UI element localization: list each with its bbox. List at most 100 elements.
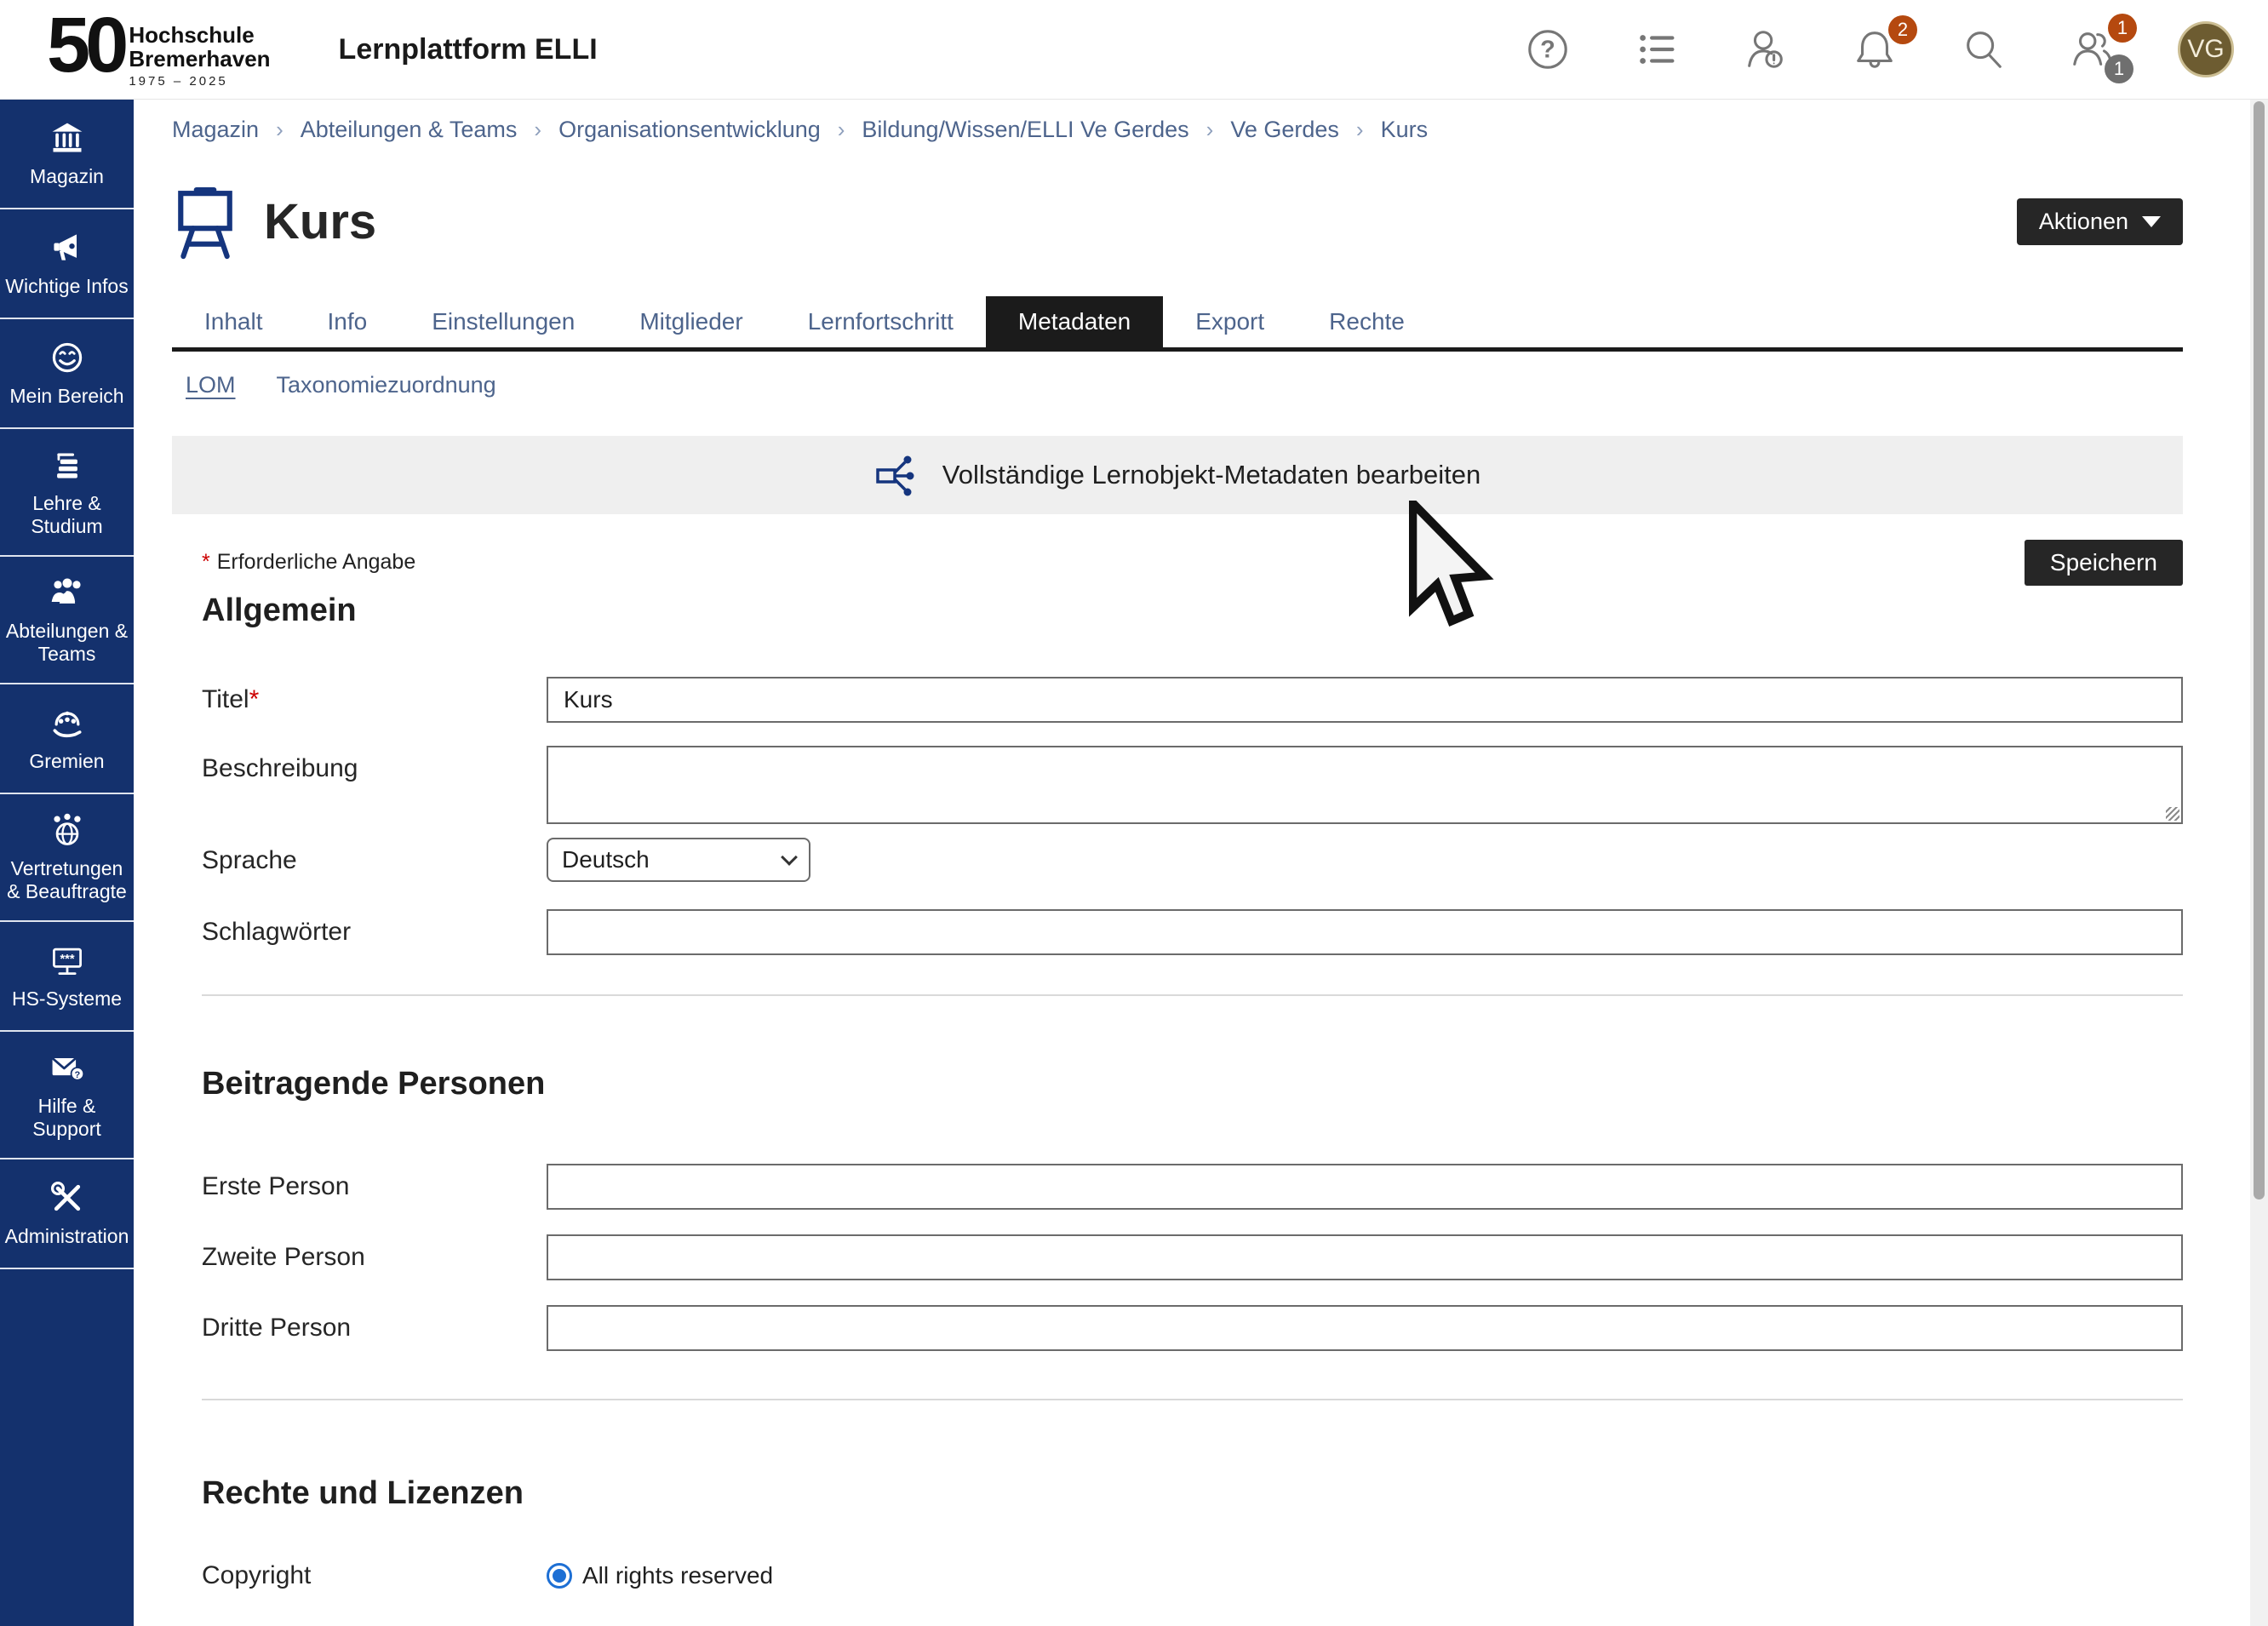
avatar[interactable]: VG bbox=[2178, 21, 2234, 77]
sidebar-item-lehre-studium[interactable]: Lehre & Studium bbox=[0, 429, 134, 557]
sidebar-item-gremien[interactable]: Gremien bbox=[0, 684, 134, 794]
people-icon bbox=[49, 574, 86, 611]
search-icon[interactable] bbox=[1960, 26, 2007, 73]
globe-people-icon bbox=[49, 811, 86, 849]
books-icon bbox=[49, 446, 86, 484]
chevron-right-icon: › bbox=[534, 117, 541, 143]
vertical-scrollbar[interactable] bbox=[2250, 100, 2268, 1626]
monitor-icon: *** bbox=[49, 942, 86, 979]
chevron-right-icon: › bbox=[838, 117, 845, 143]
resize-grip[interactable] bbox=[2166, 807, 2179, 821]
breadcrumb-item[interactable]: Magazin bbox=[172, 117, 259, 143]
users-icon[interactable]: 1 1 bbox=[2069, 26, 2116, 73]
tools-icon bbox=[49, 1179, 86, 1217]
tab-info[interactable]: Info bbox=[295, 296, 400, 347]
svg-text:***: *** bbox=[60, 953, 74, 966]
section-title-rechte: Rechte und Lizenzen bbox=[202, 1475, 2183, 1512]
section-title-beitragende: Beitragende Personen bbox=[202, 1066, 2183, 1102]
user-alert-icon[interactable] bbox=[1742, 26, 1790, 73]
breadcrumb-item[interactable]: Ve Gerdes bbox=[1230, 117, 1339, 143]
dritte-person-input[interactable] bbox=[547, 1305, 2183, 1351]
edit-full-metadata-link[interactable]: Vollständige Lernobjekt-Metadaten bearbe… bbox=[874, 451, 1481, 499]
sidebar-item-mein-bereich[interactable]: Mein Bereich bbox=[0, 319, 134, 429]
sidebar-item-magazin[interactable]: Magazin bbox=[0, 100, 134, 209]
field-label-sprache: Sprache bbox=[202, 838, 547, 875]
actions-button[interactable]: Aktionen bbox=[2017, 198, 2183, 245]
breadcrumb-item[interactable]: Kurs bbox=[1381, 117, 1429, 143]
sidebar-item-hs-systeme[interactable]: *** HS-Systeme bbox=[0, 922, 134, 1032]
tab-export[interactable]: Export bbox=[1163, 296, 1297, 347]
field-label-schlagwoerter: Schlagwörter bbox=[202, 909, 547, 947]
radio-dot bbox=[553, 1569, 566, 1583]
field-label-dritte-person: Dritte Person bbox=[202, 1305, 547, 1343]
sidebar-item-wichtige-infos[interactable]: Wichtige Infos bbox=[0, 209, 134, 319]
logo-years: 1975 – 2025 bbox=[129, 74, 270, 89]
logo-50: 50 bbox=[47, 11, 123, 79]
scrollbar-thumb[interactable] bbox=[2254, 101, 2265, 1199]
header: 50 Hochschule Bremerhaven 1975 – 2025 Le… bbox=[0, 0, 2268, 100]
help-icon[interactable]: ? bbox=[1524, 26, 1572, 73]
caret-down-icon bbox=[2142, 216, 2161, 227]
breadcrumb-item[interactable]: Bildung/Wissen/ELLI Ve Gerdes bbox=[862, 117, 1188, 143]
tab-metadaten[interactable]: Metadaten bbox=[986, 296, 1163, 347]
sidebar: Magazin Wichtige Infos Mein Bereich Lehr… bbox=[0, 100, 134, 1626]
notification-badge: 2 bbox=[1888, 15, 1917, 44]
logo-name-1: Hochschule bbox=[129, 23, 270, 47]
field-label-zweite-person: Zweite Person bbox=[202, 1234, 547, 1272]
list-icon[interactable] bbox=[1633, 26, 1681, 73]
copyright-radio[interactable] bbox=[547, 1563, 572, 1589]
svg-text:?: ? bbox=[1540, 37, 1555, 64]
titel-input[interactable] bbox=[547, 677, 2183, 723]
metadata-bar: Vollständige Lernobjekt-Metadaten bearbe… bbox=[172, 436, 2183, 514]
sidebar-filler bbox=[0, 1269, 134, 1626]
svg-text:?: ? bbox=[74, 1070, 80, 1080]
subtab-lom[interactable]: LOM bbox=[186, 372, 236, 398]
section-title-allgemein: Allgemein bbox=[202, 593, 2183, 629]
tab-mitglieder[interactable]: Mitglieder bbox=[607, 296, 775, 347]
section-divider bbox=[202, 994, 2183, 996]
tab-lernfortschritt[interactable]: Lernfortschritt bbox=[776, 296, 986, 347]
logo-name-2: Bremerhaven bbox=[129, 47, 270, 71]
bank-icon bbox=[49, 119, 86, 157]
required-asterisk: * bbox=[249, 685, 260, 713]
beschreibung-textarea[interactable] bbox=[547, 746, 2183, 824]
chevron-down-icon bbox=[781, 849, 798, 866]
schlagwoerter-input[interactable] bbox=[547, 909, 2183, 955]
page-title: Kurs bbox=[264, 193, 376, 250]
app-title: Lernplattform ELLI bbox=[339, 33, 598, 66]
course-easel-icon bbox=[172, 182, 238, 261]
subtab-bar: LOM Taxonomiezuordnung bbox=[172, 372, 2183, 398]
section-divider bbox=[202, 1399, 2183, 1400]
sidebar-item-administration[interactable]: Administration bbox=[0, 1159, 134, 1269]
subtab-taxonomiezuordnung[interactable]: Taxonomiezuordnung bbox=[277, 372, 496, 398]
required-asterisk: * bbox=[202, 550, 210, 574]
field-label-copyright: Copyright bbox=[202, 1561, 547, 1590]
chevron-right-icon: › bbox=[1356, 117, 1364, 143]
copyright-radio-label: All rights reserved bbox=[582, 1562, 773, 1589]
megaphone-icon bbox=[49, 229, 86, 266]
erste-person-input[interactable] bbox=[547, 1164, 2183, 1210]
metadata-form: Allgemein Titel* Beschreibung Sprache De… bbox=[172, 593, 2183, 1590]
sprache-select[interactable]: Deutsch bbox=[547, 838, 810, 882]
sidebar-item-hilfe-support[interactable]: ? Hilfe & Support bbox=[0, 1032, 134, 1159]
sidebar-item-abteilungen-teams[interactable]: Abteilungen & Teams bbox=[0, 557, 134, 684]
metadata-hub-icon bbox=[874, 451, 922, 499]
chevron-right-icon: › bbox=[276, 117, 284, 143]
field-label-beschreibung: Beschreibung bbox=[202, 746, 547, 783]
bell-icon[interactable]: 2 bbox=[1851, 26, 1899, 73]
zweite-person-input[interactable] bbox=[547, 1234, 2183, 1280]
contacts-new-badge: 1 bbox=[2108, 14, 2137, 43]
tab-inhalt[interactable]: Inhalt bbox=[172, 296, 295, 347]
tab-einstellungen[interactable]: Einstellungen bbox=[399, 296, 607, 347]
sidebar-item-vertretungen[interactable]: Vertretungen & Beauftragte bbox=[0, 794, 134, 922]
tab-rechte[interactable]: Rechte bbox=[1297, 296, 1437, 347]
required-note: *Erforderliche Angabe bbox=[202, 550, 415, 575]
breadcrumb-item[interactable]: Abteilungen & Teams bbox=[301, 117, 518, 143]
tab-bar: Inhalt Info Einstellungen Mitglieder Ler… bbox=[172, 296, 2183, 352]
breadcrumb-item[interactable]: Organisationsentwicklung bbox=[558, 117, 821, 143]
smiley-icon bbox=[49, 339, 86, 376]
committee-icon bbox=[49, 704, 86, 741]
contacts-total-badge: 1 bbox=[2105, 54, 2133, 83]
save-button[interactable]: Speichern bbox=[2025, 540, 2183, 586]
main-content: Magazin › Abteilungen & Teams › Organisa… bbox=[134, 100, 2225, 1590]
